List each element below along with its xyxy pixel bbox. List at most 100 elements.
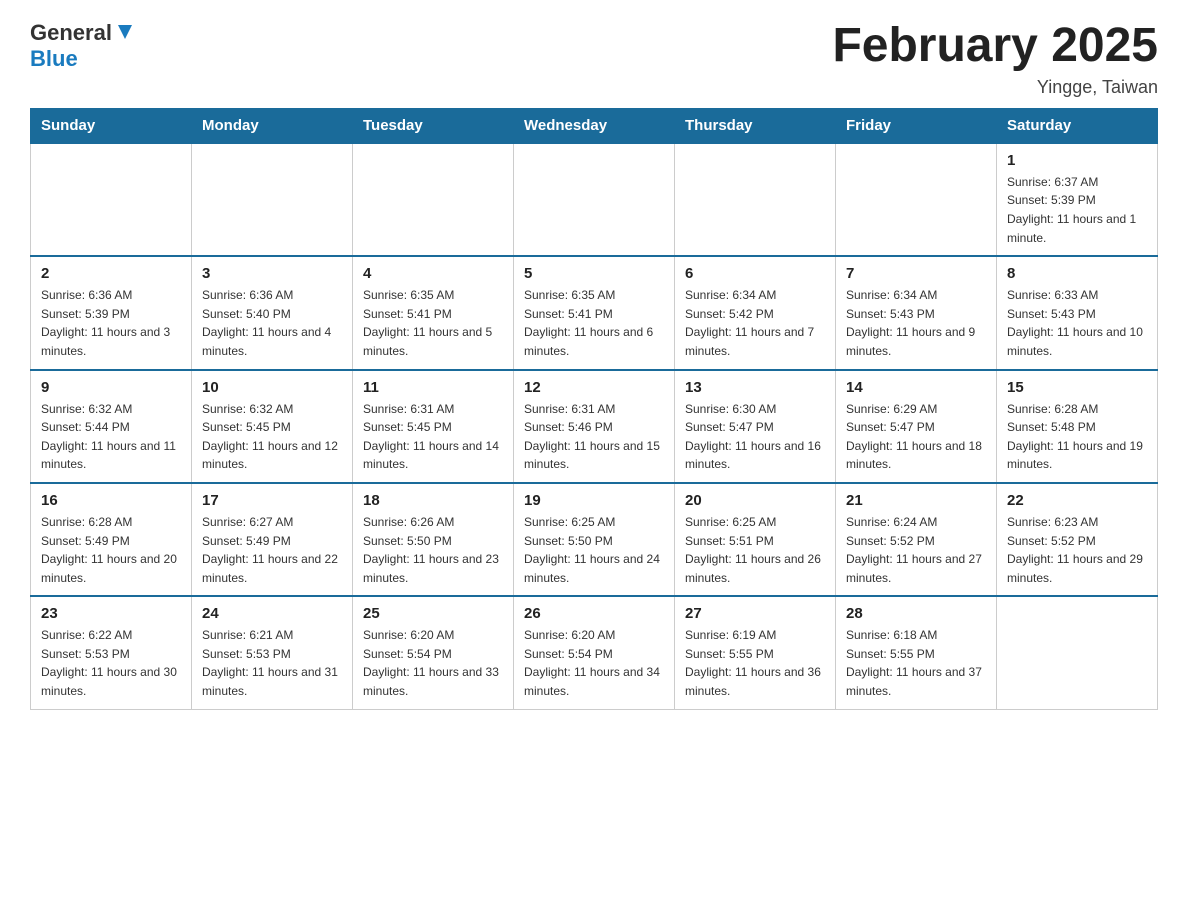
day-info: Sunrise: 6:24 AM Sunset: 5:52 PM Dayligh… — [846, 513, 986, 587]
day-number: 4 — [363, 265, 503, 282]
day-info: Sunrise: 6:22 AM Sunset: 5:53 PM Dayligh… — [41, 626, 181, 700]
day-number: 11 — [363, 379, 503, 396]
calendar-day-cell: 26 Sunrise: 6:20 AM Sunset: 5:54 PM Dayli… — [514, 596, 675, 709]
calendar-day-cell: 23 Sunrise: 6:22 AM Sunset: 5:53 PM Dayli… — [31, 596, 192, 709]
day-number: 6 — [685, 265, 825, 282]
day-info: Sunrise: 6:25 AM Sunset: 5:50 PM Dayligh… — [524, 513, 664, 587]
day-info: Sunrise: 6:19 AM Sunset: 5:55 PM Dayligh… — [685, 626, 825, 700]
day-number: 26 — [524, 605, 664, 622]
day-info: Sunrise: 6:34 AM Sunset: 5:43 PM Dayligh… — [846, 286, 986, 360]
day-number: 18 — [363, 492, 503, 509]
calendar-day-cell: 11 Sunrise: 6:31 AM Sunset: 5:45 PM Dayli… — [353, 370, 514, 483]
day-number: 20 — [685, 492, 825, 509]
day-number: 27 — [685, 605, 825, 622]
day-number: 22 — [1007, 492, 1147, 509]
calendar-day-cell — [514, 143, 675, 256]
calendar-day-cell: 2 Sunrise: 6:36 AM Sunset: 5:39 PM Daylig… — [31, 256, 192, 369]
calendar-week-row: 23 Sunrise: 6:22 AM Sunset: 5:53 PM Dayli… — [31, 596, 1158, 709]
day-info: Sunrise: 6:30 AM Sunset: 5:47 PM Dayligh… — [685, 400, 825, 474]
day-number: 12 — [524, 379, 664, 396]
day-number: 21 — [846, 492, 986, 509]
day-info: Sunrise: 6:18 AM Sunset: 5:55 PM Dayligh… — [846, 626, 986, 700]
calendar-day-cell: 19 Sunrise: 6:25 AM Sunset: 5:50 PM Dayli… — [514, 483, 675, 596]
calendar-day-cell: 15 Sunrise: 6:28 AM Sunset: 5:48 PM Dayli… — [997, 370, 1158, 483]
day-info: Sunrise: 6:32 AM Sunset: 5:45 PM Dayligh… — [202, 400, 342, 474]
calendar-day-cell — [675, 143, 836, 256]
day-number: 3 — [202, 265, 342, 282]
calendar-day-cell — [353, 143, 514, 256]
calendar-day-cell: 21 Sunrise: 6:24 AM Sunset: 5:52 PM Dayli… — [836, 483, 997, 596]
calendar-day-cell: 14 Sunrise: 6:29 AM Sunset: 5:47 PM Dayli… — [836, 370, 997, 483]
location: Yingge, Taiwan — [832, 77, 1158, 98]
calendar-day-header: Saturday — [997, 108, 1158, 143]
day-number: 7 — [846, 265, 986, 282]
calendar-header-row: SundayMondayTuesdayWednesdayThursdayFrid… — [31, 108, 1158, 143]
day-info: Sunrise: 6:33 AM Sunset: 5:43 PM Dayligh… — [1007, 286, 1147, 360]
day-number: 10 — [202, 379, 342, 396]
calendar-day-header: Wednesday — [514, 108, 675, 143]
calendar-day-header: Monday — [192, 108, 353, 143]
calendar-day-cell: 20 Sunrise: 6:25 AM Sunset: 5:51 PM Dayli… — [675, 483, 836, 596]
day-number: 24 — [202, 605, 342, 622]
day-info: Sunrise: 6:28 AM Sunset: 5:49 PM Dayligh… — [41, 513, 181, 587]
calendar-day-cell: 25Sunrise: 6:20 AM Sunset: 5:54 PM Dayli… — [353, 596, 514, 709]
calendar-day-cell: 13 Sunrise: 6:30 AM Sunset: 5:47 PM Dayli… — [675, 370, 836, 483]
calendar-day-cell: 10 Sunrise: 6:32 AM Sunset: 5:45 PM Dayli… — [192, 370, 353, 483]
day-number: 28 — [846, 605, 986, 622]
day-number: 5 — [524, 265, 664, 282]
day-number: 2 — [41, 265, 181, 282]
day-info: Sunrise: 6:37 AM Sunset: 5:39 PM Dayligh… — [1007, 173, 1147, 247]
logo-triangle-icon — [114, 21, 136, 43]
day-info: Sunrise: 6:35 AM Sunset: 5:41 PM Dayligh… — [524, 286, 664, 360]
calendar-day-cell — [31, 143, 192, 256]
logo: General Blue — [30, 20, 136, 72]
calendar-day-cell: 27 Sunrise: 6:19 AM Sunset: 5:55 PM Dayli… — [675, 596, 836, 709]
calendar-day-header: Friday — [836, 108, 997, 143]
calendar-day-cell: 22Sunrise: 6:23 AM Sunset: 5:52 PM Dayli… — [997, 483, 1158, 596]
day-number: 13 — [685, 379, 825, 396]
calendar-day-cell — [997, 596, 1158, 709]
day-info: Sunrise: 6:28 AM Sunset: 5:48 PM Dayligh… — [1007, 400, 1147, 474]
day-number: 19 — [524, 492, 664, 509]
day-info: Sunrise: 6:36 AM Sunset: 5:39 PM Dayligh… — [41, 286, 181, 360]
calendar-week-row: 2 Sunrise: 6:36 AM Sunset: 5:39 PM Daylig… — [31, 256, 1158, 369]
calendar-week-row: 9Sunrise: 6:32 AM Sunset: 5:44 PM Daylig… — [31, 370, 1158, 483]
calendar-day-cell: 28 Sunrise: 6:18 AM Sunset: 5:55 PM Dayli… — [836, 596, 997, 709]
title-block: February 2025 Yingge, Taiwan — [832, 20, 1158, 98]
day-info: Sunrise: 6:26 AM Sunset: 5:50 PM Dayligh… — [363, 513, 503, 587]
calendar-day-cell: 24 Sunrise: 6:21 AM Sunset: 5:53 PM Dayli… — [192, 596, 353, 709]
day-info: Sunrise: 6:36 AM Sunset: 5:40 PM Dayligh… — [202, 286, 342, 360]
day-number: 8 — [1007, 265, 1147, 282]
calendar-day-header: Thursday — [675, 108, 836, 143]
day-info: Sunrise: 6:27 AM Sunset: 5:49 PM Dayligh… — [202, 513, 342, 587]
day-info: Sunrise: 6:29 AM Sunset: 5:47 PM Dayligh… — [846, 400, 986, 474]
day-number: 15 — [1007, 379, 1147, 396]
day-number: 23 — [41, 605, 181, 622]
day-number: 14 — [846, 379, 986, 396]
day-info: Sunrise: 6:25 AM Sunset: 5:51 PM Dayligh… — [685, 513, 825, 587]
calendar-day-cell: 8 Sunrise: 6:33 AM Sunset: 5:43 PM Daylig… — [997, 256, 1158, 369]
calendar-day-cell: 16 Sunrise: 6:28 AM Sunset: 5:49 PM Dayli… — [31, 483, 192, 596]
calendar-day-header: Tuesday — [353, 108, 514, 143]
calendar-week-row: 16 Sunrise: 6:28 AM Sunset: 5:49 PM Dayli… — [31, 483, 1158, 596]
day-number: 25 — [363, 605, 503, 622]
calendar-day-cell: 12Sunrise: 6:31 AM Sunset: 5:46 PM Dayli… — [514, 370, 675, 483]
page-header: General Blue February 2025 Yingge, Taiwa… — [30, 20, 1158, 98]
calendar-day-cell: 18 Sunrise: 6:26 AM Sunset: 5:50 PM Dayli… — [353, 483, 514, 596]
day-number: 9 — [41, 379, 181, 396]
day-info: Sunrise: 6:31 AM Sunset: 5:45 PM Dayligh… — [363, 400, 503, 474]
calendar-day-header: Sunday — [31, 108, 192, 143]
calendar-day-cell — [836, 143, 997, 256]
calendar-day-cell: 4Sunrise: 6:35 AM Sunset: 5:41 PM Daylig… — [353, 256, 514, 369]
calendar-day-cell: 9Sunrise: 6:32 AM Sunset: 5:44 PM Daylig… — [31, 370, 192, 483]
calendar-day-cell — [192, 143, 353, 256]
day-info: Sunrise: 6:21 AM Sunset: 5:53 PM Dayligh… — [202, 626, 342, 700]
calendar-day-cell: 3 Sunrise: 6:36 AM Sunset: 5:40 PM Daylig… — [192, 256, 353, 369]
day-number: 1 — [1007, 152, 1147, 169]
calendar-week-row: 1 Sunrise: 6:37 AM Sunset: 5:39 PM Daylig… — [31, 143, 1158, 256]
calendar-day-cell: 1 Sunrise: 6:37 AM Sunset: 5:39 PM Daylig… — [997, 143, 1158, 256]
day-info: Sunrise: 6:34 AM Sunset: 5:42 PM Dayligh… — [685, 286, 825, 360]
calendar-day-cell: 17Sunrise: 6:27 AM Sunset: 5:49 PM Dayli… — [192, 483, 353, 596]
day-number: 16 — [41, 492, 181, 509]
day-info: Sunrise: 6:20 AM Sunset: 5:54 PM Dayligh… — [524, 626, 664, 700]
